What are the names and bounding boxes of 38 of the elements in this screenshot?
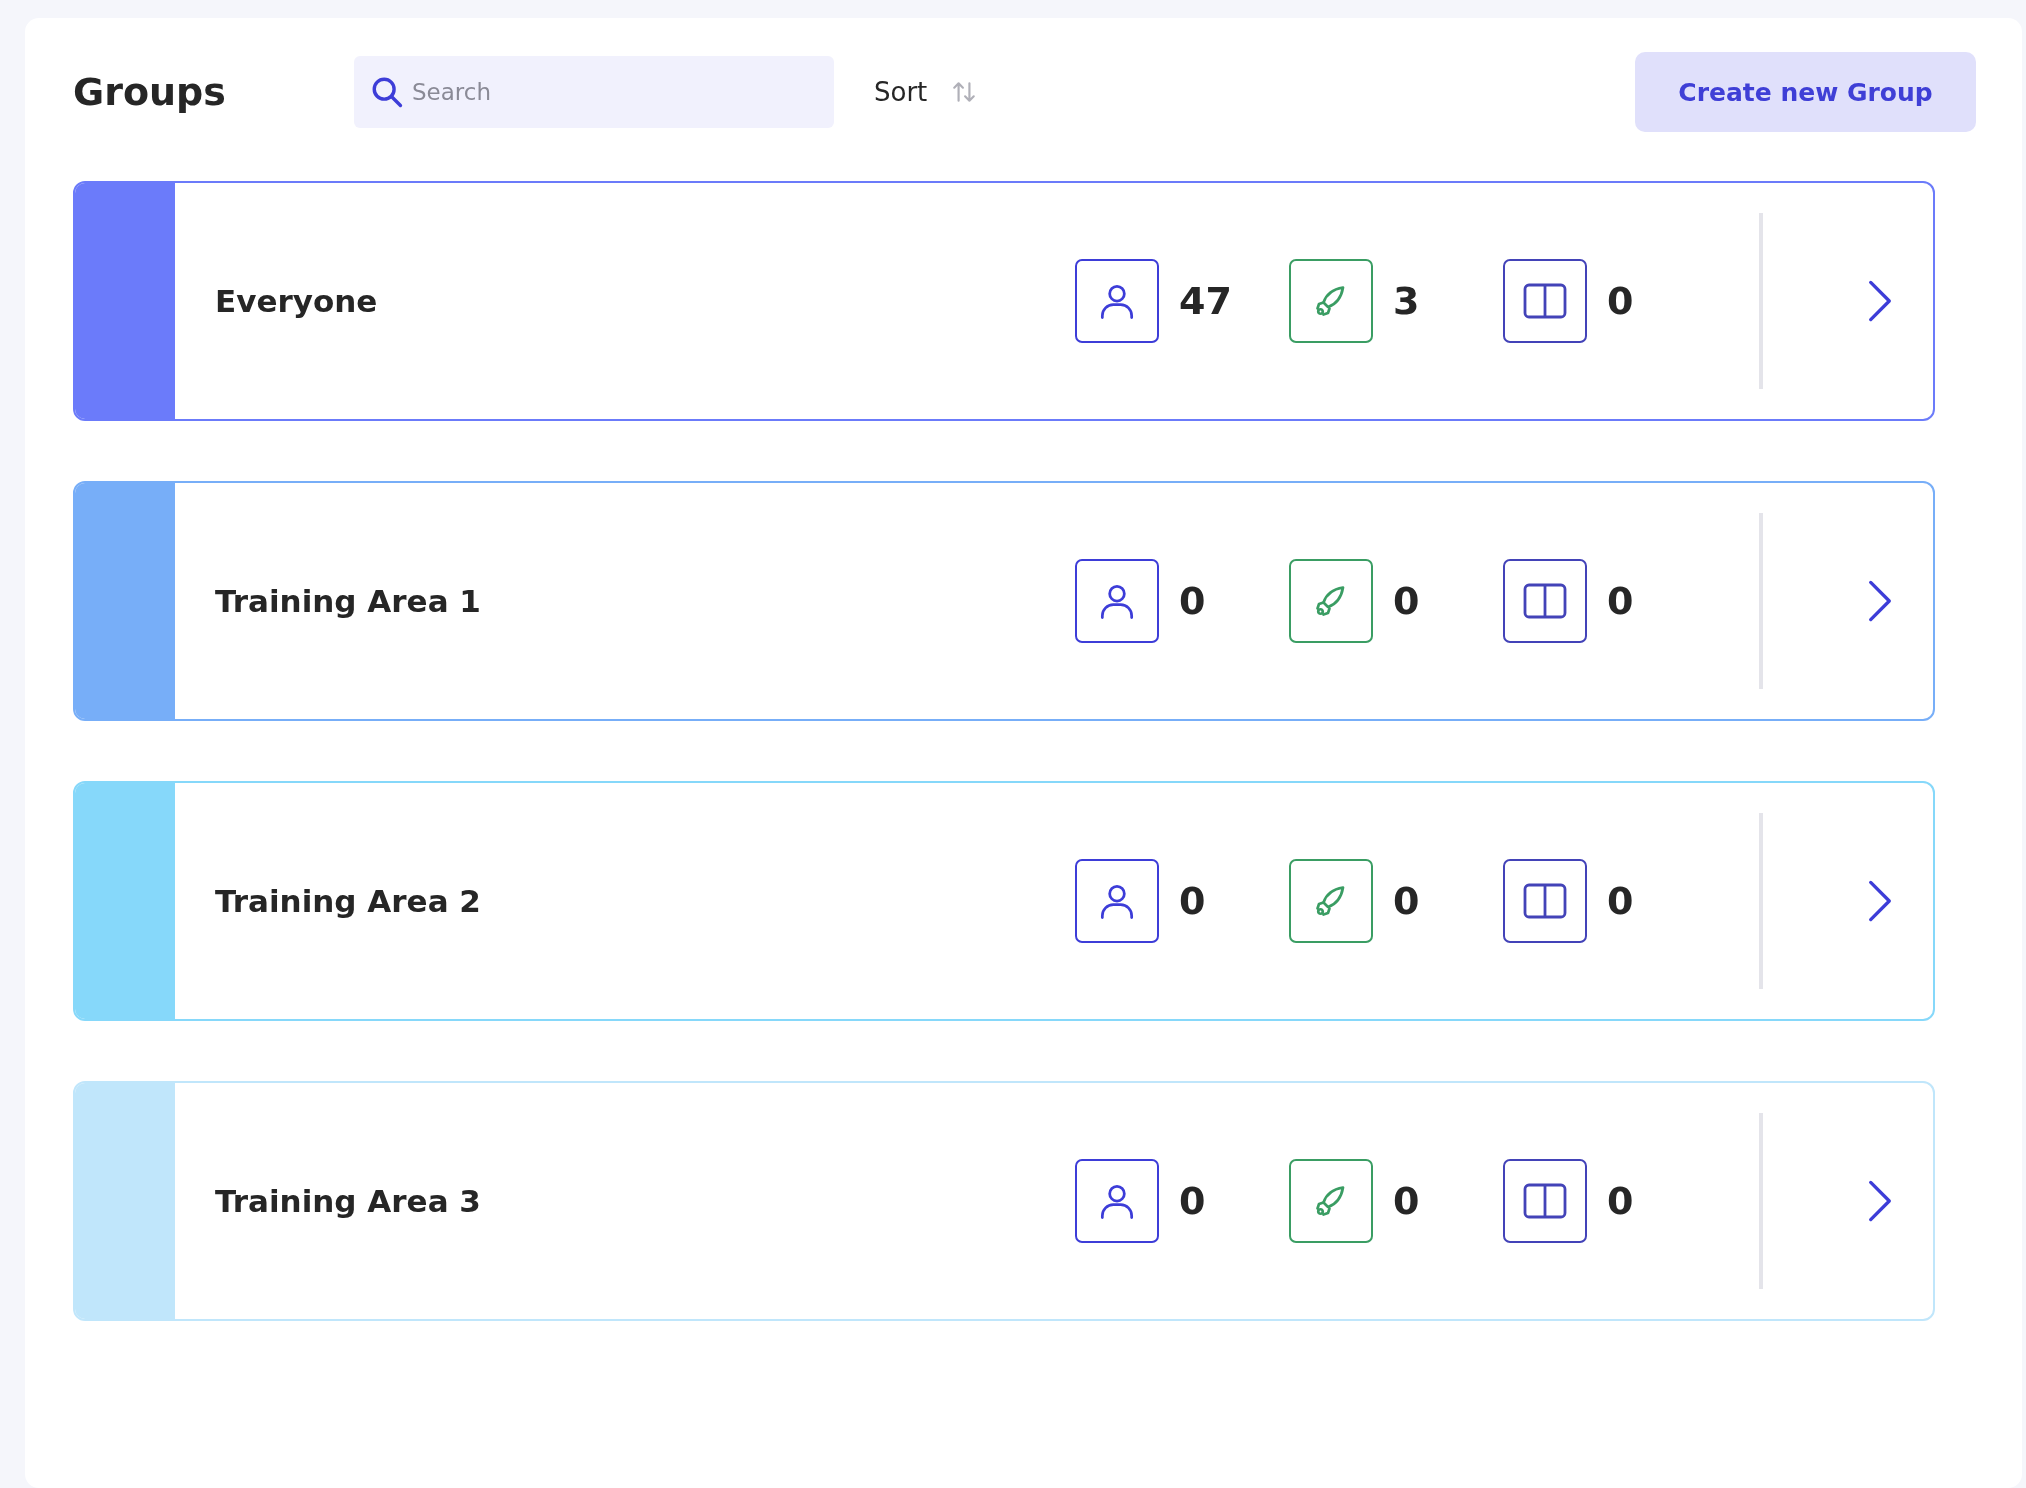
sort-icon	[951, 79, 978, 105]
sort-button[interactable]: Sort	[874, 77, 978, 107]
group-card[interactable]: Everyone 47 3 0	[73, 181, 1935, 421]
search-icon	[370, 75, 404, 109]
chevron-right-icon	[1867, 1178, 1893, 1224]
rocket-count: 0	[1393, 579, 1420, 623]
member-count: 0	[1179, 879, 1206, 923]
page-title: Groups	[73, 70, 227, 114]
search-field[interactable]: Search	[354, 56, 834, 128]
book-count: 0	[1607, 1179, 1634, 1223]
book-count: 0	[1607, 279, 1634, 323]
book-count: 0	[1607, 879, 1634, 923]
book-icon	[1521, 881, 1569, 921]
create-group-button[interactable]: Create new Group	[1635, 52, 1976, 132]
rocket-count: 3	[1393, 279, 1420, 323]
member-count: 0	[1179, 579, 1206, 623]
group-name: Everyone	[215, 283, 379, 319]
group-name: Training Area 3	[215, 1183, 482, 1219]
group-card[interactable]: Training Area 1 0 0 0	[73, 481, 1935, 721]
open-group-button[interactable]	[1867, 578, 1893, 624]
book-count: 0	[1607, 579, 1634, 623]
group-card[interactable]: Training Area 3 0 0 0	[73, 1081, 1935, 1321]
open-group-button[interactable]	[1867, 278, 1893, 324]
chevron-right-icon	[1867, 878, 1893, 924]
book-icon	[1521, 281, 1569, 321]
group-card[interactable]: Training Area 2 0 0 0	[73, 781, 1935, 1021]
rocket-count: 0	[1393, 1179, 1420, 1223]
group-name: Training Area 1	[215, 583, 482, 619]
chevron-right-icon	[1867, 278, 1893, 324]
chevron-right-icon	[1867, 578, 1893, 624]
rocket-count: 0	[1393, 879, 1420, 923]
book-icon	[1521, 1181, 1569, 1221]
member-count: 0	[1179, 1179, 1206, 1223]
book-icon	[1521, 581, 1569, 621]
group-name: Training Area 2	[215, 883, 482, 919]
open-group-button[interactable]	[1867, 878, 1893, 924]
member-count: 47	[1179, 279, 1232, 323]
open-group-button[interactable]	[1867, 1178, 1893, 1224]
